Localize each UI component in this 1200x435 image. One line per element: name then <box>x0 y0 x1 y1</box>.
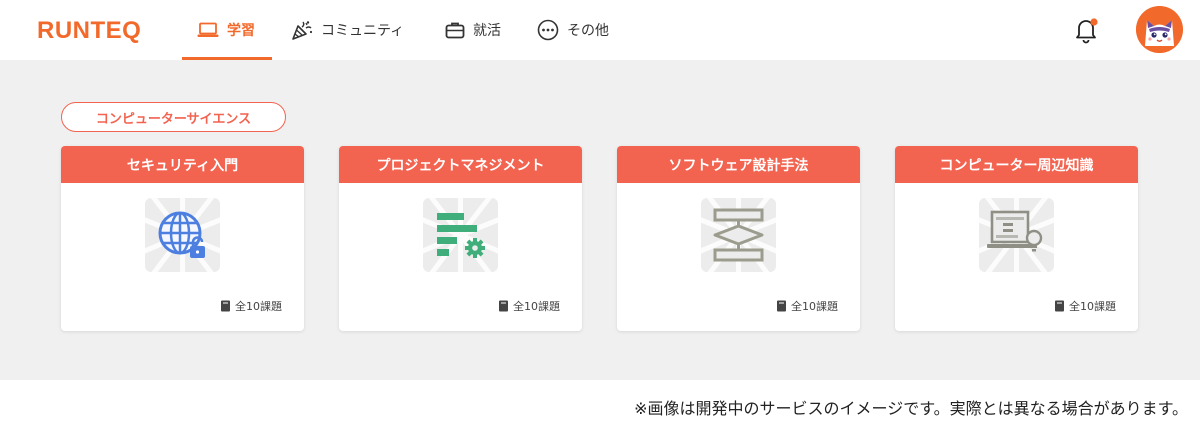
course-card-security[interactable]: セキュリティ入門 全10課題 <box>61 146 304 331</box>
nav-item-label: コミュニティ <box>321 23 405 39</box>
nav-item-others[interactable]: その他 <box>537 0 609 60</box>
course-task-count: 全10課題 <box>776 298 838 314</box>
nav-item-learning[interactable]: 学習 <box>197 0 255 60</box>
course-count-text: 全10課題 <box>513 300 560 313</box>
course-task-count: 全10課題 <box>1054 298 1116 314</box>
course-title: セキュリティ入門 <box>61 146 304 183</box>
nav-item-label: 就活 <box>473 23 501 39</box>
course-task-count: 全10課題 <box>498 298 560 314</box>
course-task-count: 全10課題 <box>220 298 282 314</box>
course-count-text: 全10課題 <box>235 300 282 313</box>
main-content: コンピューターサイエンス セキュリティ入門 全10課題 プロジェクトマネジメント… <box>0 60 1200 380</box>
more-dots-icon <box>537 19 559 41</box>
laptop-icon <box>197 22 219 37</box>
briefcase-icon <box>445 22 465 39</box>
nav-item-label: 学習 <box>227 23 255 39</box>
top-navbar: RUNTEQ 学習 コミュニティ 就活 その他 <box>0 0 1200 60</box>
user-avatar[interactable] <box>1136 6 1183 53</box>
book-icon <box>499 300 508 312</box>
nav-item-label: その他 <box>567 23 609 39</box>
nav-item-community[interactable]: コミュニティ <box>291 0 404 60</box>
flowchart-icon <box>713 208 764 262</box>
course-title: プロジェクトマネジメント <box>339 146 582 183</box>
nav-item-job-hunting[interactable]: 就活 <box>445 0 501 60</box>
binary-laptop-bulb-icon <box>987 210 1043 252</box>
course-card-computer-peripheral[interactable]: コンピューター周辺知識 全10課題 <box>895 146 1138 331</box>
course-title: ソフトウェア設計手法 <box>617 146 860 183</box>
party-popper-icon <box>292 21 313 40</box>
course-thumbnail <box>145 198 220 272</box>
course-thumbnail <box>979 198 1054 272</box>
runteq-logo[interactable]: RUNTEQ <box>37 17 141 45</box>
book-icon <box>777 300 786 312</box>
course-title: コンピューター周辺知識 <box>895 146 1138 183</box>
notification-button[interactable] <box>1072 16 1100 44</box>
course-count-text: 全10課題 <box>1069 300 1116 313</box>
bell-icon <box>1076 18 1098 44</box>
course-thumbnail <box>423 198 498 272</box>
category-label: コンピューターサイエンス <box>61 102 286 132</box>
course-count-text: 全10課題 <box>791 300 838 313</box>
globe-lock-icon <box>158 211 205 258</box>
cat-avatar-icon <box>1136 6 1183 53</box>
disclaimer-note: ※画像は開発中のサービスのイメージです。実際とは異なる場合があります。 <box>634 399 1188 418</box>
gantt-gear-icon <box>437 213 485 258</box>
book-icon <box>221 300 230 312</box>
course-card-project-management[interactable]: プロジェクトマネジメント 全10課題 <box>339 146 582 331</box>
course-card-software-design[interactable]: ソフトウェア設計手法 全10課題 <box>617 146 860 331</box>
book-icon <box>1055 300 1064 312</box>
course-thumbnail <box>701 198 776 272</box>
